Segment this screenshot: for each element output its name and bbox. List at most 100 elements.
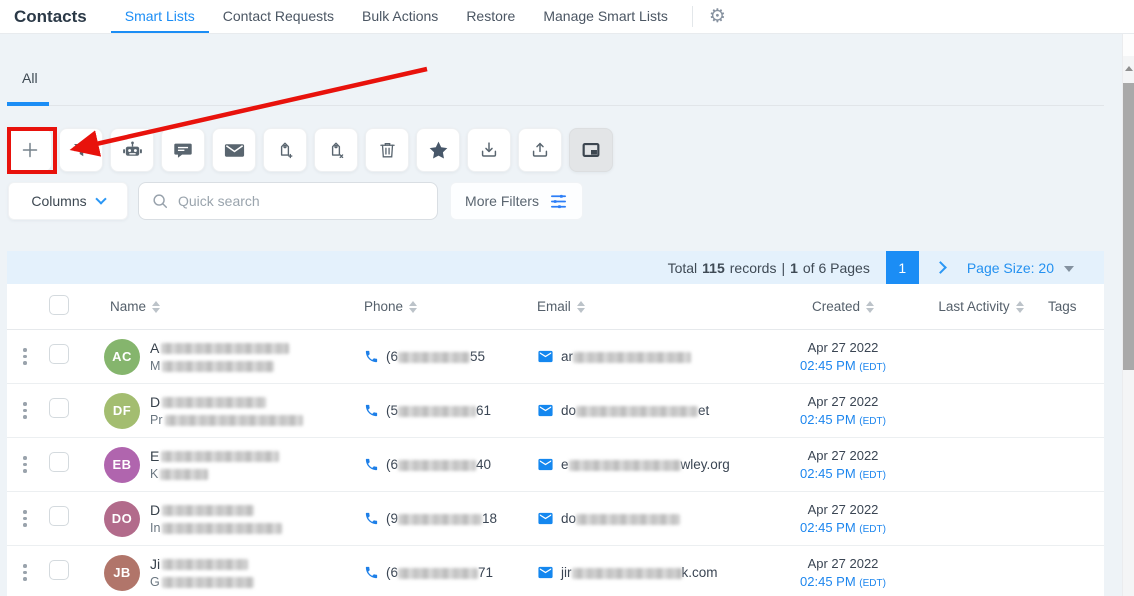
chat-icon — [172, 139, 194, 161]
scroll-up-icon[interactable] — [1125, 66, 1133, 71]
email-icon — [537, 564, 554, 581]
column-header-phone: Phone — [364, 299, 403, 314]
add-contact-button[interactable] — [8, 128, 52, 172]
avatar[interactable]: AC — [104, 339, 140, 375]
name-cell[interactable]: AC A M — [91, 339, 349, 375]
email-icon — [537, 510, 554, 527]
created-cell: Apr 27 2022 02:45 PM (EDT) — [767, 556, 919, 589]
email-cell[interactable]: ar — [527, 348, 767, 365]
tabs-underline — [7, 105, 1104, 106]
name-cell[interactable]: EB E K — [91, 447, 349, 483]
pagination-bar: Total 115 records | 1 of 6 Pages 1 Page … — [7, 251, 1104, 284]
select-all-checkbox[interactable] — [49, 295, 69, 315]
select-row-checkbox[interactable] — [49, 506, 69, 526]
trash-icon — [377, 140, 398, 161]
table-row: DF D Pr (561 doet Apr 27 2022 02:45 PM (… — [7, 384, 1104, 438]
tab-smart-lists[interactable]: Smart Lists — [111, 0, 209, 33]
scrollbar-track — [1123, 34, 1134, 56]
name-cell[interactable]: DO D In — [91, 501, 349, 537]
current-page-number: 1 — [790, 260, 798, 276]
phone-icon — [364, 403, 379, 418]
phone-cell[interactable]: (561 — [349, 403, 527, 418]
phone-cell[interactable]: (671 — [349, 565, 527, 580]
filter-row: Columns More Filters — [8, 182, 583, 220]
favorite-button[interactable] — [416, 128, 460, 172]
column-header-tags: Tags — [1048, 299, 1077, 314]
chevron-down-icon — [95, 193, 106, 204]
star-icon — [427, 139, 450, 162]
avatar[interactable]: DO — [104, 501, 140, 537]
row-menu-icon[interactable] — [7, 348, 43, 365]
scrollbar-thumb[interactable] — [1123, 83, 1134, 370]
avatar[interactable]: JB — [104, 555, 140, 591]
select-row-checkbox[interactable] — [49, 560, 69, 580]
phone-cell[interactable]: (655 — [349, 349, 527, 364]
vertical-scrollbar[interactable] — [1122, 34, 1134, 596]
automation-button[interactable] — [110, 128, 154, 172]
columns-label: Columns — [31, 193, 86, 209]
row-menu-icon[interactable] — [7, 510, 43, 527]
funnel-icon — [71, 140, 92, 161]
sort-icon[interactable] — [866, 301, 874, 313]
smart-list-tab-all[interactable]: All — [22, 70, 38, 86]
bulk-action-toolbar — [8, 128, 613, 172]
tab-manage-smart-lists[interactable]: Manage Smart Lists — [529, 0, 682, 33]
email-icon — [537, 348, 554, 365]
page-title: Contacts — [14, 7, 87, 27]
search-input[interactable] — [178, 193, 425, 209]
export-contacts-button[interactable] — [518, 128, 562, 172]
page-size-selector[interactable]: Page Size: 20 — [967, 260, 1054, 276]
nav-divider — [692, 6, 693, 27]
sort-icon[interactable] — [1016, 301, 1024, 313]
email-cell[interactable]: do — [527, 510, 767, 527]
page-size-caret-icon[interactable] — [1064, 266, 1074, 272]
import-icon — [478, 139, 500, 161]
tab-bulk-actions[interactable]: Bulk Actions — [348, 0, 452, 33]
column-header-name: Name — [110, 299, 146, 314]
sort-icon[interactable] — [152, 301, 160, 313]
select-row-checkbox[interactable] — [49, 452, 69, 472]
contacts-table: Name Phone Email Created Last Activity T… — [7, 284, 1104, 596]
tab-restore[interactable]: Restore — [452, 0, 529, 33]
tab-contact-requests[interactable]: Contact Requests — [209, 0, 348, 33]
email-cell[interactable]: doet — [527, 402, 767, 419]
import-contacts-button[interactable] — [467, 128, 511, 172]
merge-contacts-button[interactable] — [569, 128, 613, 172]
created-cell: Apr 27 2022 02:45 PM (EDT) — [767, 448, 919, 481]
name-cell[interactable]: JB Ji G — [91, 555, 349, 591]
send-email-button[interactable] — [212, 128, 256, 172]
avatar[interactable]: EB — [104, 447, 140, 483]
sort-icon[interactable] — [577, 301, 585, 313]
merge-icon — [580, 139, 602, 161]
column-header-created: Created — [812, 299, 860, 314]
phone-icon — [364, 349, 379, 364]
active-tab-indicator — [7, 102, 49, 106]
columns-dropdown[interactable]: Columns — [8, 182, 128, 220]
delete-button[interactable] — [365, 128, 409, 172]
pipeline-change-button[interactable] — [59, 128, 103, 172]
top-navigation: Contacts Smart Lists Contact Requests Bu… — [0, 0, 1134, 34]
remove-tag-button[interactable] — [314, 128, 358, 172]
phone-cell[interactable]: (918 — [349, 511, 527, 526]
select-row-checkbox[interactable] — [49, 398, 69, 418]
add-tag-button[interactable] — [263, 128, 307, 172]
search-icon — [151, 192, 169, 210]
select-row-checkbox[interactable] — [49, 344, 69, 364]
email-icon — [537, 456, 554, 473]
more-filters-label: More Filters — [465, 193, 539, 209]
phone-icon — [364, 511, 379, 526]
page-1-button[interactable]: 1 — [886, 251, 919, 284]
email-cell[interactable]: jirk.com — [527, 564, 767, 581]
avatar[interactable]: DF — [104, 393, 140, 429]
gear-icon[interactable]: ⚙ — [709, 7, 726, 26]
sort-icon[interactable] — [409, 301, 417, 313]
row-menu-icon[interactable] — [7, 402, 43, 419]
row-menu-icon[interactable] — [7, 564, 43, 581]
row-menu-icon[interactable] — [7, 456, 43, 473]
name-cell[interactable]: DF D Pr — [91, 393, 349, 429]
email-cell[interactable]: ewley.org — [527, 456, 767, 473]
next-page-icon[interactable] — [934, 261, 947, 274]
more-filters-button[interactable]: More Filters — [450, 182, 583, 220]
send-sms-button[interactable] — [161, 128, 205, 172]
phone-cell[interactable]: (640 — [349, 457, 527, 472]
